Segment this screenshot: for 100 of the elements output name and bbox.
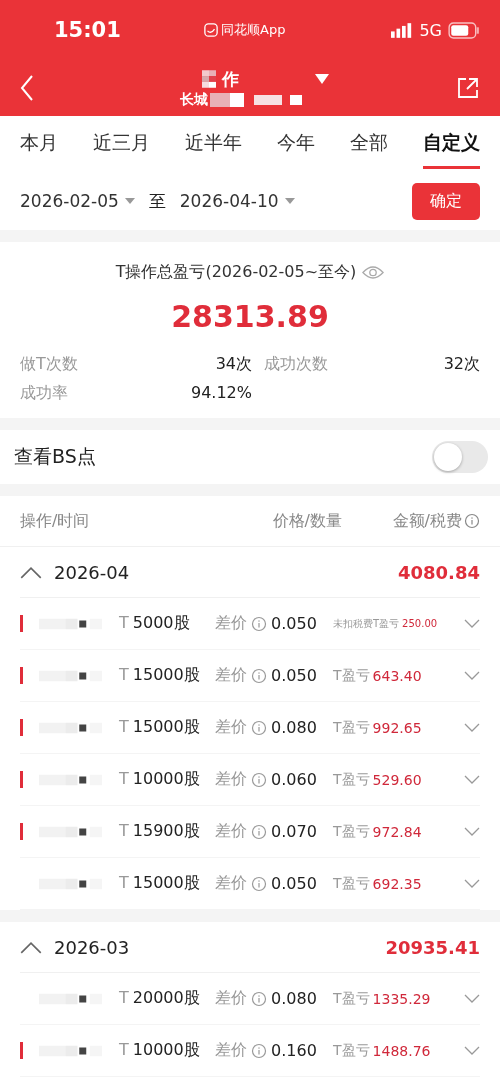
date-separator: 至 xyxy=(148,189,166,213)
period-tab[interactable]: 本月 xyxy=(20,119,58,169)
stat-value: 32次 xyxy=(442,354,480,375)
info-icon[interactable] xyxy=(251,990,267,1007)
chevron-icon[interactable] xyxy=(464,618,480,629)
stat-label: 做T次数 xyxy=(20,354,79,375)
end-date-picker[interactable]: 2026-04-10 xyxy=(179,191,295,211)
toggle-switch[interactable] xyxy=(432,441,488,473)
quantity: 15000股 xyxy=(132,665,200,686)
profit-label: T盈亏 xyxy=(333,770,370,789)
caret-icon xyxy=(284,198,295,204)
confirm-button[interactable]: 确定 xyxy=(412,182,480,220)
diff-value: 0.060 xyxy=(271,770,318,789)
diff-label: 差价 xyxy=(215,613,247,634)
diff-value: 0.080 xyxy=(271,718,318,737)
period-tab[interactable]: 今年 xyxy=(277,119,315,169)
period-tab[interactable]: 全部 xyxy=(350,119,388,169)
info-icon[interactable] xyxy=(251,667,267,684)
diff-label: 差价 xyxy=(215,769,247,790)
type-label: T xyxy=(119,1040,129,1061)
chevron-icon[interactable] xyxy=(20,940,42,954)
diff-label: 差价 xyxy=(215,665,247,686)
app-icon xyxy=(204,23,218,37)
diff-value: 0.160 xyxy=(271,1041,318,1060)
info-icon[interactable] xyxy=(464,513,480,529)
page-title: 作 xyxy=(221,67,239,91)
quantity: 5000股 xyxy=(132,613,190,634)
stat-label: 成功率 xyxy=(20,383,69,404)
profit-value: 972.84 xyxy=(372,823,422,840)
month-total: 20935.41 xyxy=(385,936,480,958)
diff-label: 差价 xyxy=(215,821,247,842)
chevron-icon[interactable] xyxy=(464,774,480,785)
stat-value: 94.12% xyxy=(190,383,252,404)
type-label: T xyxy=(119,821,129,842)
diff-value: 0.050 xyxy=(271,614,318,633)
month-total: 4080.84 xyxy=(398,561,480,583)
type-label: T xyxy=(119,873,129,894)
month-label: 2026-03 xyxy=(54,936,131,958)
column-header: 价格/数量 xyxy=(272,510,342,530)
app-name: 同花顺App xyxy=(221,21,286,39)
stock-name: 长城 xyxy=(180,90,208,109)
diff-value: 0.050 xyxy=(271,874,318,893)
diff-value: 0.080 xyxy=(271,989,318,1008)
start-date-picker[interactable]: 2026-02-05 xyxy=(20,191,135,211)
status-time: 15:01 xyxy=(54,18,122,42)
diff-value: 0.050 xyxy=(271,666,318,685)
type-label: T xyxy=(119,717,129,738)
profit-label: T盈亏 xyxy=(333,989,370,1008)
profit-value: 643.40 xyxy=(372,667,422,684)
column-header: 操作/时间 xyxy=(20,510,90,530)
share-icon[interactable] xyxy=(456,76,480,100)
diff-label: 差价 xyxy=(215,1040,247,1061)
eye-icon[interactable] xyxy=(362,265,385,280)
diff-label: 差价 xyxy=(215,717,247,738)
bs-points-label: 查看BS点 xyxy=(14,444,96,469)
profit-value: 992.65 xyxy=(372,719,422,736)
info-icon[interactable] xyxy=(251,823,267,840)
profit-label: 未扣税费T盈亏 xyxy=(333,616,400,631)
diff-label: 差价 xyxy=(215,873,247,894)
quantity: 15000股 xyxy=(132,873,200,894)
chevron-icon[interactable] xyxy=(464,878,480,889)
type-label: T xyxy=(119,613,129,634)
quantity: 15900股 xyxy=(132,821,200,842)
profit-label: T盈亏 xyxy=(333,822,370,841)
info-icon[interactable] xyxy=(251,1042,267,1059)
month-label: 2026-04 xyxy=(54,561,131,583)
quantity: 20000股 xyxy=(132,988,200,1009)
dropdown-icon[interactable] xyxy=(314,74,329,84)
caret-icon xyxy=(124,198,135,204)
period-tab[interactable]: 近三月 xyxy=(93,119,150,169)
back-icon[interactable] xyxy=(20,75,34,101)
diff-label: 差价 xyxy=(215,988,247,1009)
type-label: T xyxy=(119,665,129,686)
chevron-icon[interactable] xyxy=(464,722,480,733)
quantity: 10000股 xyxy=(132,1040,200,1061)
chevron-icon[interactable] xyxy=(464,1045,480,1056)
chevron-icon[interactable] xyxy=(20,565,42,579)
info-icon[interactable] xyxy=(251,771,267,788)
quantity: 15000股 xyxy=(132,717,200,738)
chevron-icon[interactable] xyxy=(464,670,480,681)
stat-value: 34次 xyxy=(214,354,252,375)
column-header: 金额/税费 xyxy=(392,510,462,532)
signal-icon xyxy=(391,22,414,38)
summary-title: T操作总盈亏(2026-02-05~至今) xyxy=(115,262,357,283)
info-icon[interactable] xyxy=(251,719,267,736)
profit-label: T盈亏 xyxy=(333,666,370,685)
info-icon[interactable] xyxy=(251,615,267,632)
info-icon[interactable] xyxy=(251,875,267,892)
period-tab[interactable]: 近半年 xyxy=(185,119,242,169)
chevron-icon[interactable] xyxy=(464,993,480,1004)
type-label: T xyxy=(119,769,129,790)
profit-value: 250.00 xyxy=(402,618,438,629)
quantity: 10000股 xyxy=(132,769,200,790)
chevron-icon[interactable] xyxy=(464,826,480,837)
period-tab[interactable]: 自定义 xyxy=(423,119,480,169)
diff-value: 0.070 xyxy=(271,822,318,841)
network-label: 5G xyxy=(419,20,442,40)
profit-value: 1335.29 xyxy=(372,990,431,1007)
battery-icon xyxy=(448,21,480,39)
profit-label: T盈亏 xyxy=(333,1041,370,1060)
